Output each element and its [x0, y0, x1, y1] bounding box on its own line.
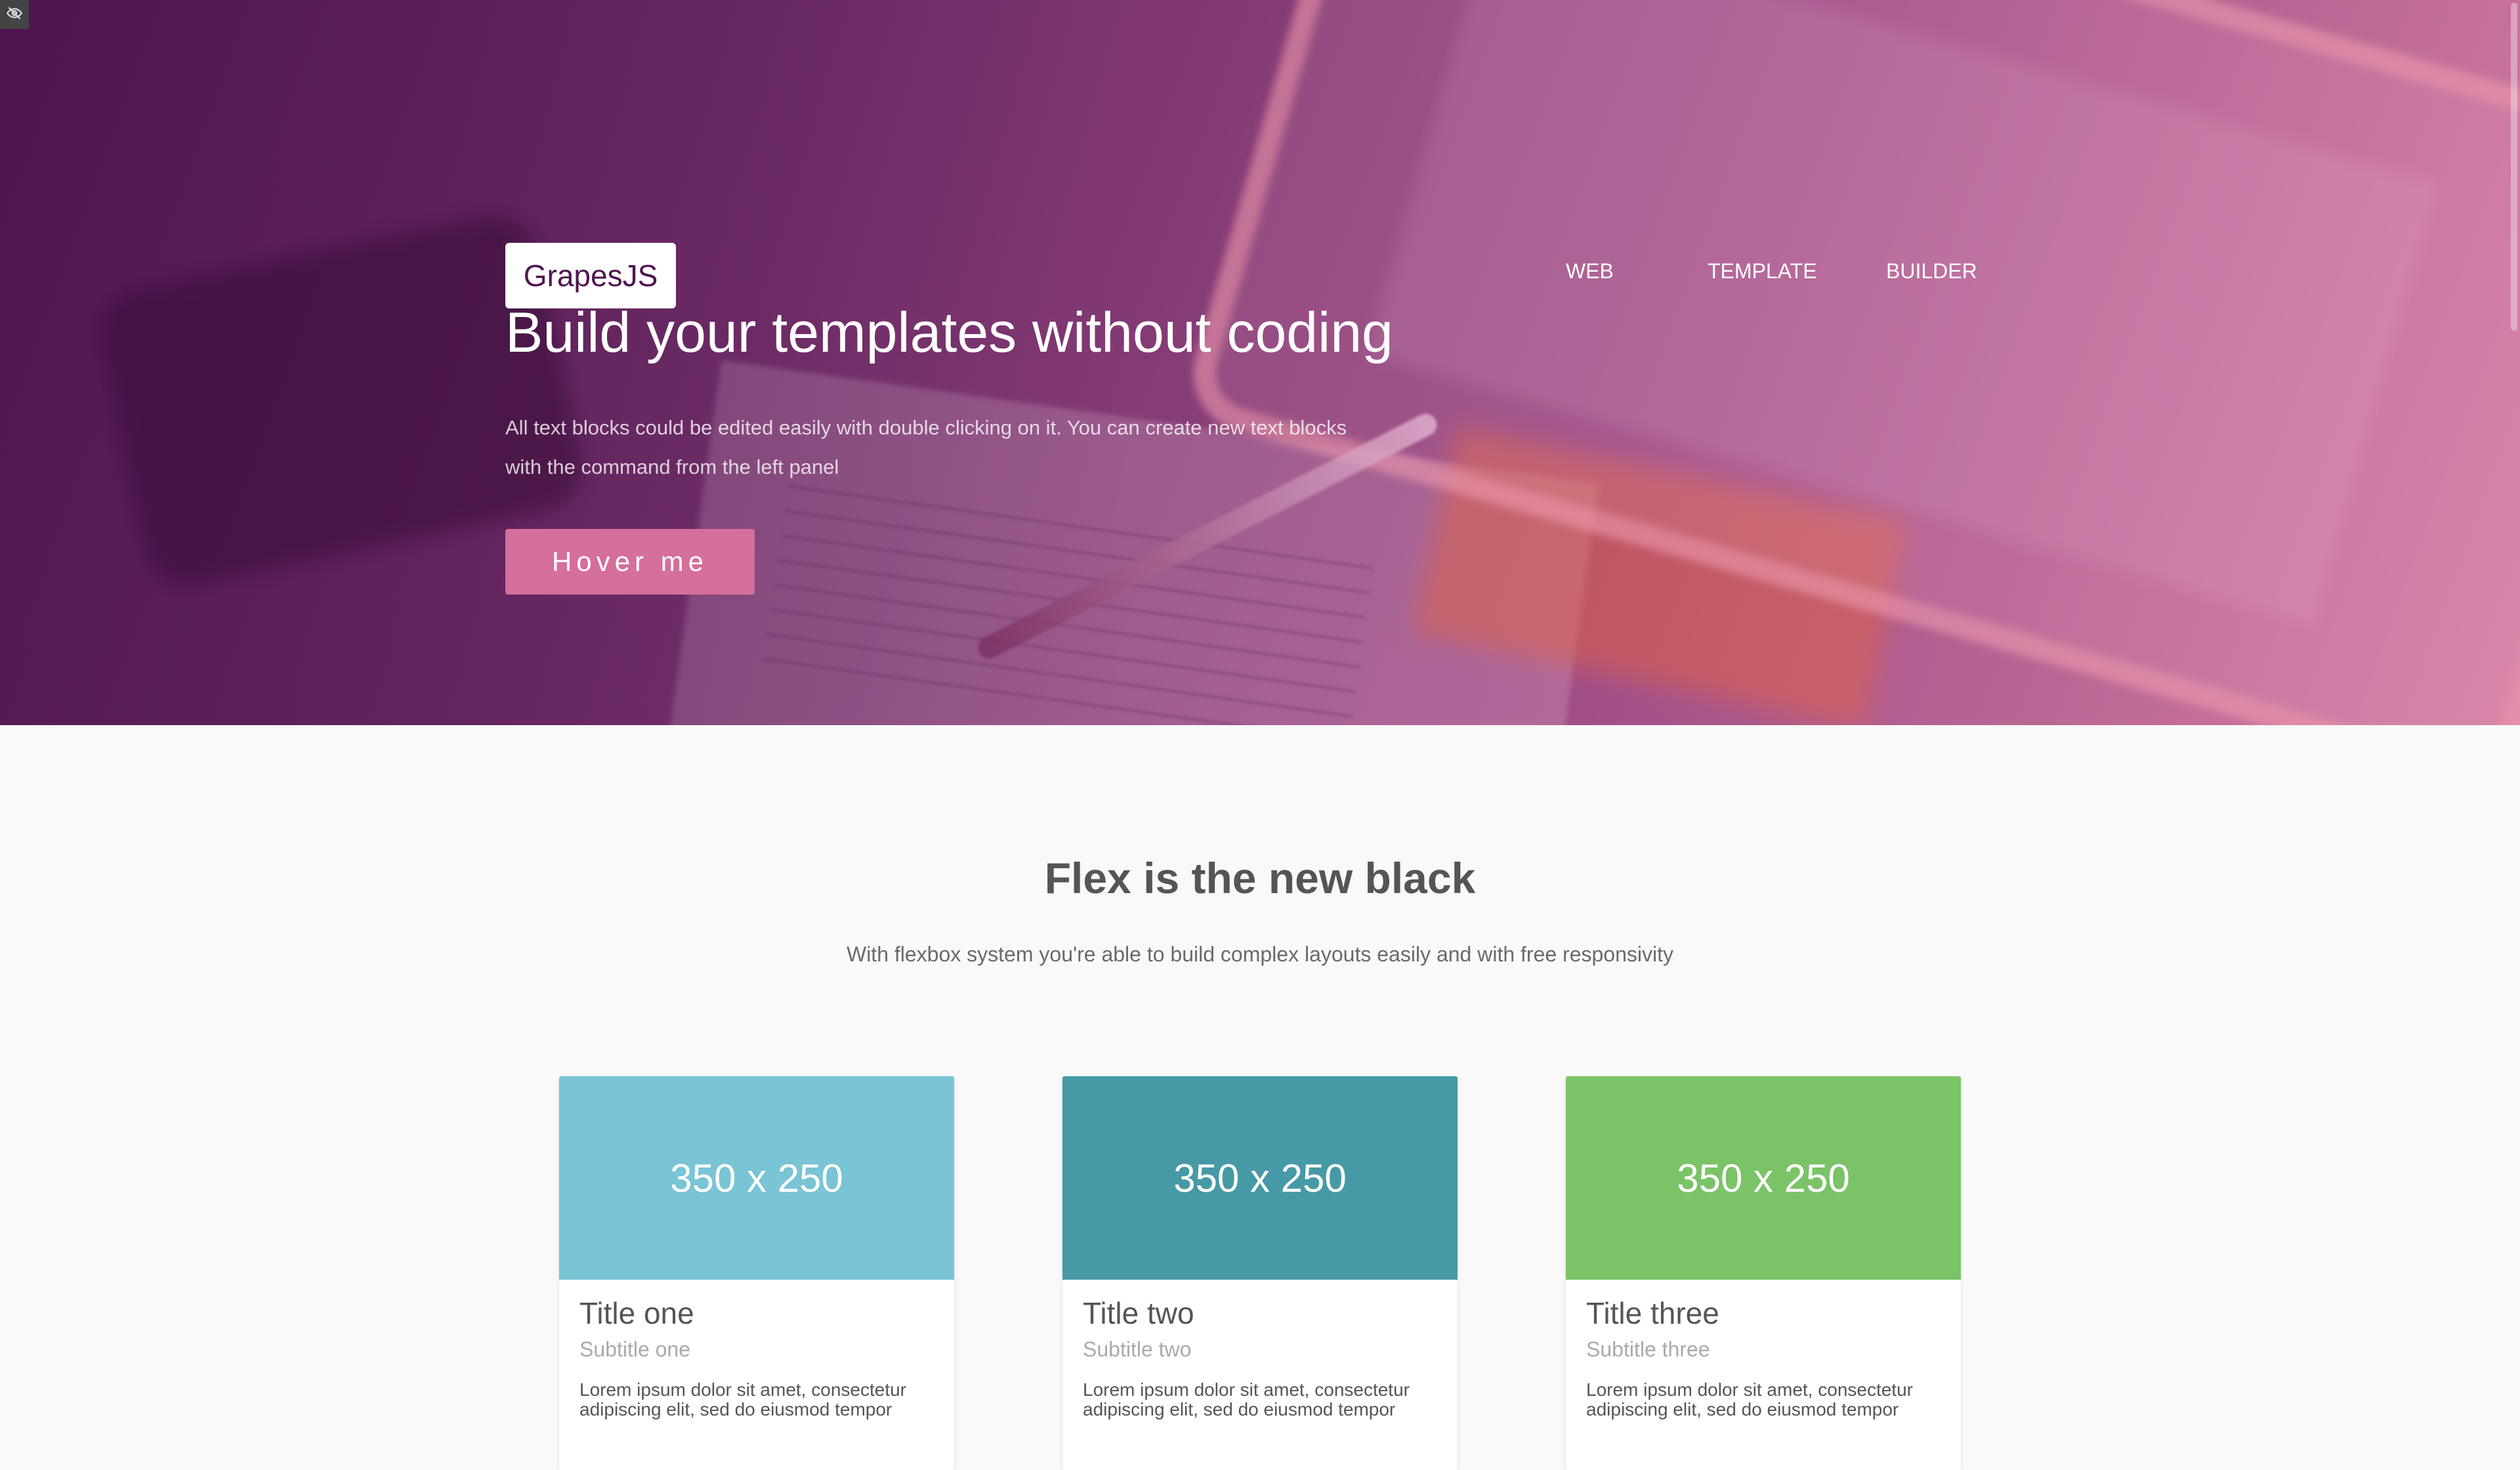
- nav-link-template[interactable]: TEMPLATE: [1708, 259, 1817, 284]
- card-text: Lorem ipsum dolor sit amet, consectetur …: [1586, 1379, 1913, 1419]
- section-subtitle: With flexbox system you're able to build…: [846, 942, 1673, 966]
- card-image-placeholder: 350 x 250: [559, 1076, 954, 1280]
- hero-description: All text blocks could be edited easily w…: [505, 416, 1347, 478]
- card-title: Title three: [1586, 1296, 1719, 1330]
- card-body: Title three Subtitle three Lorem ipsum d…: [1566, 1295, 1961, 1419]
- hero-title: Build your templates without coding: [505, 301, 1393, 364]
- card-subtitle: Subtitle two: [1083, 1337, 1192, 1361]
- card-body: Title two Subtitle two Lorem ipsum dolor…: [1062, 1295, 1458, 1419]
- scrollbar[interactable]: [2507, 0, 2520, 1418]
- card-subtitle: Subtitle three: [1586, 1337, 1710, 1361]
- card-image-placeholder: 350 x 250: [1566, 1076, 1961, 1280]
- card-title: Title two: [1083, 1296, 1194, 1330]
- nav-link-builder[interactable]: BUILDER: [1886, 259, 1977, 284]
- logo[interactable]: GrapesJS: [505, 243, 676, 308]
- preview-toggle-button[interactable]: [0, 0, 29, 29]
- eye-slash-icon: [6, 5, 23, 25]
- card-subtitle: Subtitle one: [579, 1337, 691, 1361]
- scrollbar-thumb[interactable]: [2511, 3, 2517, 331]
- card-image-placeholder: 350 x 250: [1062, 1076, 1458, 1280]
- card-text: Lorem ipsum dolor sit amet, consectetur …: [579, 1379, 906, 1419]
- card-text: Lorem ipsum dolor sit amet, consectetur …: [1083, 1379, 1410, 1419]
- card-three: 350 x 250 Title three Subtitle three Lor…: [1566, 1076, 1961, 1470]
- section-title: Flex is the new black: [1044, 854, 1476, 902]
- card-two: 350 x 250 Title two Subtitle two Lorem i…: [1062, 1076, 1458, 1470]
- card-body: Title one Subtitle one Lorem ipsum dolor…: [559, 1295, 954, 1419]
- hero-section: GrapesJS Build your templates without co…: [0, 0, 2520, 725]
- card-title: Title one: [579, 1296, 694, 1330]
- nav-link-web[interactable]: WEB: [1566, 259, 1614, 284]
- card-one: 350 x 250 Title one Subtitle one Lorem i…: [559, 1076, 954, 1470]
- hover-me-button[interactable]: Hover me: [505, 529, 755, 595]
